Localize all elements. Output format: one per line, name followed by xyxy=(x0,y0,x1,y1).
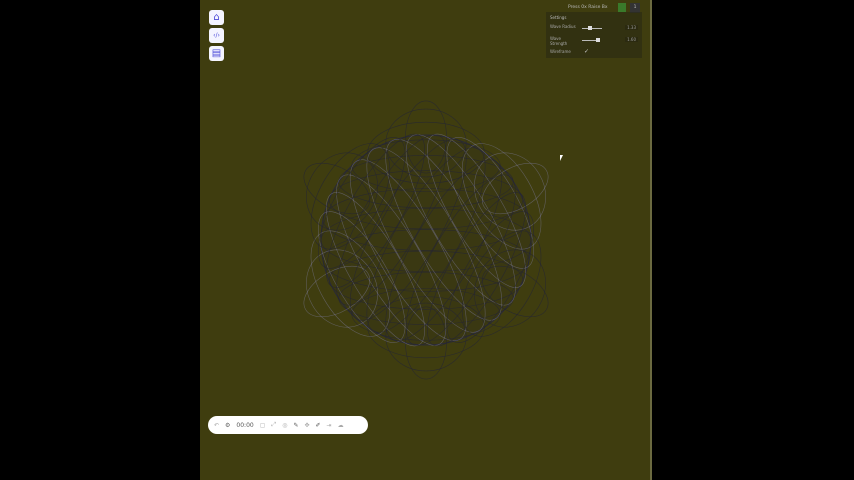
bottom-toolbar: ↶ ⚙ 00:00 ▢ ⤢ ◎ ✎ ✥ ✐ ⇥ ☁ xyxy=(208,416,368,434)
frame-icon[interactable]: ▢ xyxy=(260,422,266,429)
share-icon[interactable]: ⇥ xyxy=(327,422,332,429)
settings-icon[interactable]: ◎ xyxy=(282,422,287,429)
undo-icon[interactable]: ↶ xyxy=(214,422,219,429)
clock-icon[interactable]: ⚙ xyxy=(225,422,230,429)
scrollbar[interactable] xyxy=(650,0,652,480)
brush-icon[interactable]: ✐ xyxy=(316,422,321,429)
expand-icon[interactable]: ⤢ xyxy=(271,421,276,429)
viewport[interactable]: ⌂ ‹/› ▤ Press 0x Raise Bx 1 Settings Wav… xyxy=(200,0,652,480)
wireframe-sphere[interactable] xyxy=(200,0,652,480)
pen-icon[interactable]: ✎ xyxy=(293,422,298,429)
mouse-cursor xyxy=(560,155,563,161)
cloud-icon[interactable]: ☁ xyxy=(338,422,344,429)
move-icon[interactable]: ✥ xyxy=(304,422,309,429)
time-display: 00:00 xyxy=(236,421,254,429)
